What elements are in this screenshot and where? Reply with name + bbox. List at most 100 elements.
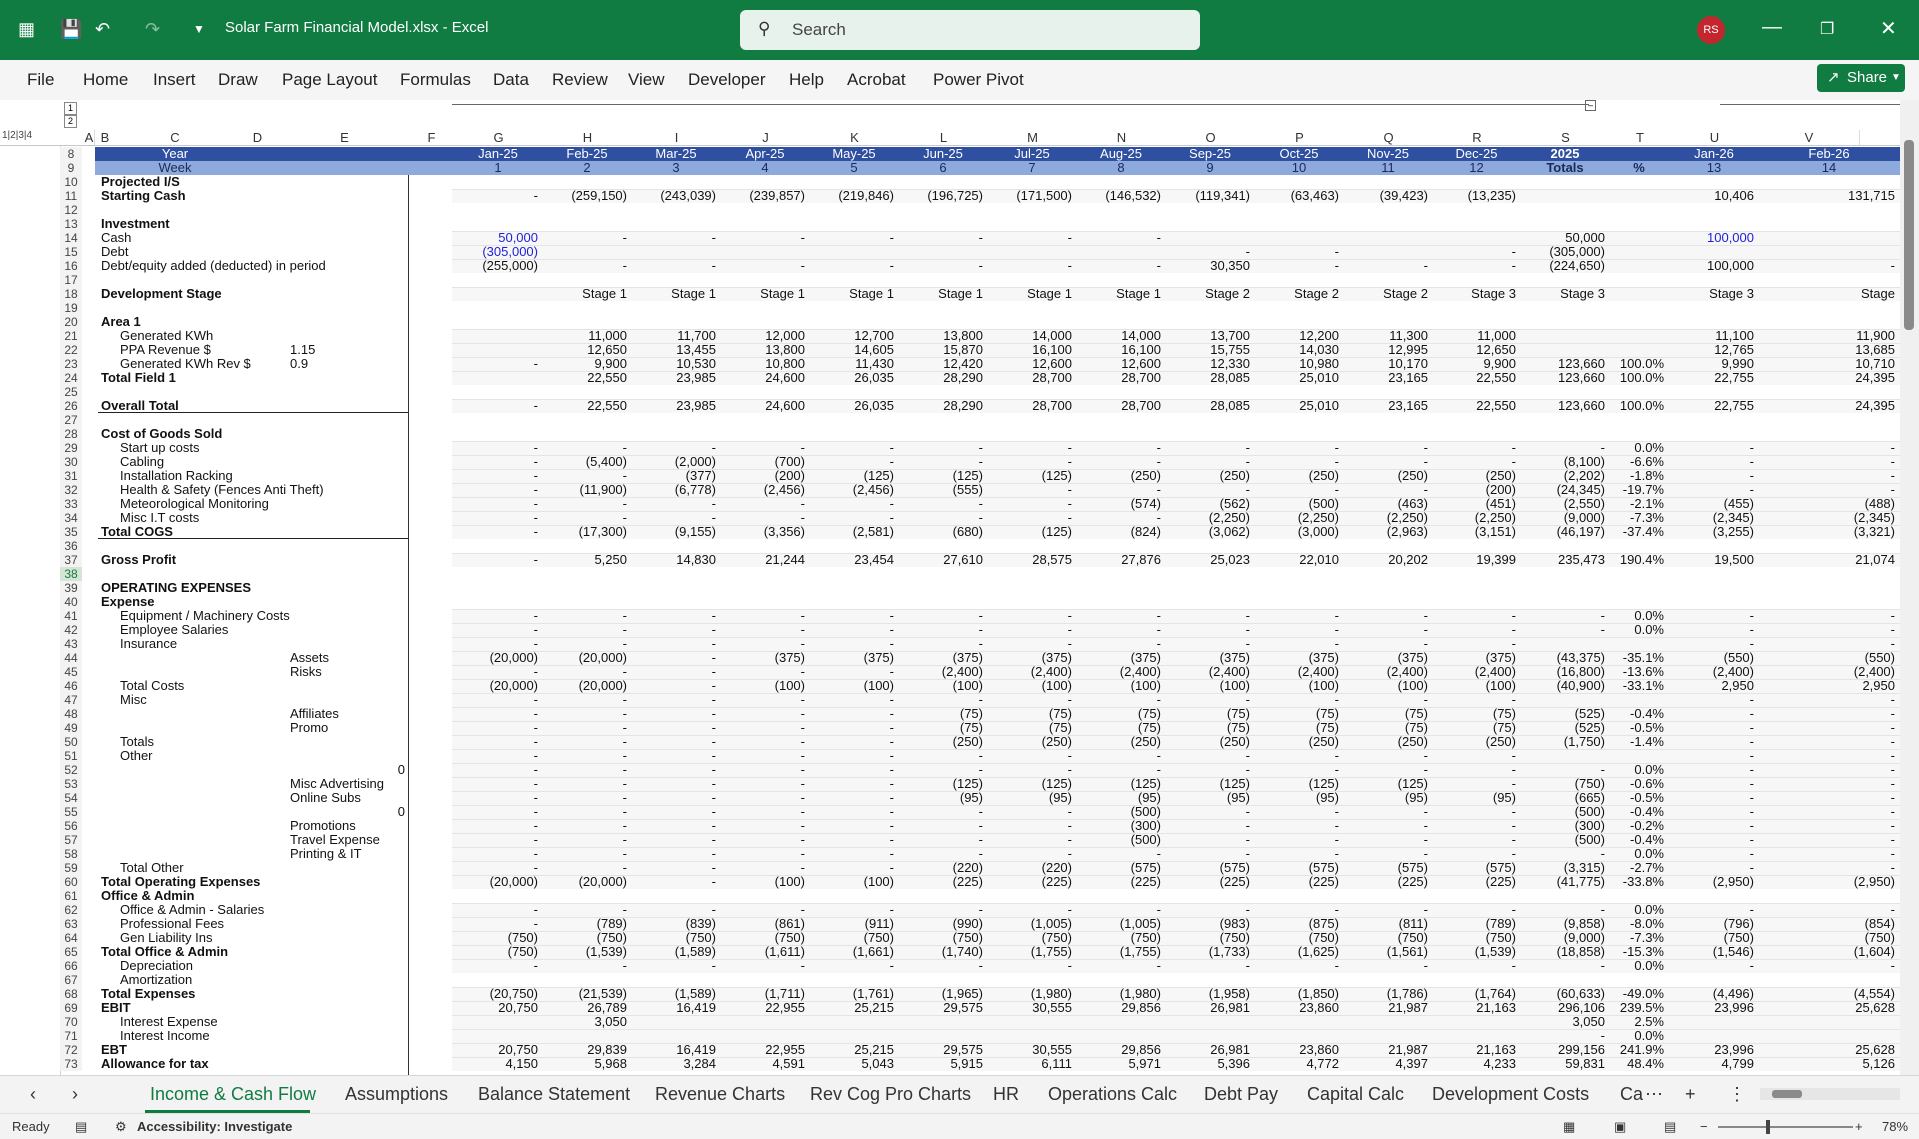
value-cell[interactable]: 0.0% [1610, 1029, 1664, 1043]
value-cell[interactable]: 9,900 [1433, 357, 1516, 371]
value-cell[interactable]: - [1077, 847, 1161, 861]
value-cell[interactable]: - [543, 763, 627, 777]
value-cell[interactable]: (861) [721, 917, 805, 931]
value-cell[interactable]: - [721, 441, 805, 455]
value-cell[interactable]: - [721, 903, 805, 917]
redo-icon[interactable]: ↷ [145, 18, 160, 40]
value-cell[interactable]: -0.4% [1610, 707, 1664, 721]
value-cell[interactable]: - [632, 497, 716, 511]
value-cell[interactable]: - [1521, 959, 1605, 973]
value-cell[interactable] [1255, 231, 1339, 245]
value-cell[interactable]: (220) [988, 861, 1072, 875]
avatar[interactable]: RS [1697, 16, 1725, 44]
value-cell[interactable]: - [1759, 791, 1895, 805]
row-number[interactable]: 50 [60, 735, 82, 749]
value-cell[interactable]: - [454, 833, 538, 847]
value-cell[interactable]: 12,000 [721, 329, 805, 343]
value-cell[interactable]: 28,700 [1077, 371, 1161, 385]
value-cell[interactable]: - [988, 511, 1072, 525]
row-number[interactable]: 34 [60, 511, 82, 525]
value-cell[interactable]: (95) [1255, 791, 1339, 805]
value-cell[interactable]: Stage [1759, 287, 1895, 301]
value-cell[interactable]: - [1255, 259, 1339, 273]
value-cell[interactable]: 100,000 [1670, 259, 1754, 273]
value-cell[interactable]: - [810, 735, 894, 749]
value-cell[interactable]: - [1255, 245, 1339, 259]
value-cell[interactable]: - [1433, 749, 1516, 763]
value-cell[interactable]: (1,755) [988, 945, 1072, 959]
value-cell[interactable]: (750) [1344, 931, 1428, 945]
value-cell[interactable]: - [454, 777, 538, 791]
row-number[interactable]: 11 [60, 189, 82, 203]
value-cell[interactable]: (680) [899, 525, 983, 539]
value-cell[interactable]: 16,100 [988, 343, 1072, 357]
value-cell[interactable]: Stage 3 [1433, 287, 1516, 301]
outline-level-2-button[interactable]: 2 [64, 115, 77, 128]
row-label[interactable]: Cabling [120, 455, 164, 469]
value-cell[interactable]: (259,150) [543, 189, 627, 203]
value-cell[interactable]: 0.0% [1610, 847, 1664, 861]
value-cell[interactable] [1610, 343, 1664, 357]
value-cell[interactable]: 21,074 [1759, 553, 1895, 567]
value-cell[interactable]: 10,530 [632, 357, 716, 371]
value-cell[interactable]: (575) [1255, 861, 1339, 875]
value-cell[interactable]: (562) [1166, 497, 1250, 511]
value-cell[interactable]: - [543, 441, 627, 455]
value-cell[interactable]: - [1433, 623, 1516, 637]
value-cell[interactable]: - [1166, 749, 1250, 763]
value-cell[interactable] [1077, 245, 1161, 259]
value-cell[interactable]: (796) [1670, 917, 1754, 931]
value-cell[interactable]: - [1255, 903, 1339, 917]
column-header-n[interactable]: N [1077, 130, 1167, 145]
misc-value[interactable]: 0 [360, 763, 405, 777]
value-cell[interactable]: (2,550) [1521, 497, 1605, 511]
row-number[interactable]: 31 [60, 469, 82, 483]
value-cell[interactable]: (75) [1166, 721, 1250, 735]
row-label[interactable]: Depreciation [120, 959, 193, 973]
value-cell[interactable]: - [1166, 623, 1250, 637]
column-header-e[interactable]: E [280, 130, 410, 145]
column-header-f[interactable]: F [409, 130, 455, 145]
value-cell[interactable]: Stage 3 [1670, 287, 1754, 301]
row-label[interactable]: Totals [120, 735, 154, 749]
vertical-scroll-thumb[interactable] [1904, 140, 1914, 330]
row-label[interactable]: Office & Admin - Salaries [120, 903, 264, 917]
value-cell[interactable]: (75) [1166, 707, 1250, 721]
value-cell[interactable]: (2,400) [1166, 665, 1250, 679]
value-cell[interactable]: (300) [1077, 819, 1161, 833]
week-number[interactable]: 4 [721, 161, 809, 175]
value-cell[interactable]: 5,126 [1759, 1057, 1895, 1071]
value-cell[interactable]: 25,010 [1255, 399, 1339, 413]
row-number[interactable]: 71 [60, 1029, 82, 1043]
value-cell[interactable]: (20,000) [543, 679, 627, 693]
value-cell[interactable]: (377) [632, 469, 716, 483]
value-cell[interactable]: (750) [632, 931, 716, 945]
row-label[interactable]: Affiliates [290, 707, 339, 721]
value-cell[interactable]: 10,406 [1670, 189, 1754, 203]
value-cell[interactable] [1521, 749, 1605, 763]
menu-help[interactable]: Help [789, 70, 824, 90]
value-cell[interactable] [1166, 1029, 1250, 1043]
value-cell[interactable]: - [1759, 721, 1895, 735]
value-cell[interactable]: Stage 1 [899, 287, 983, 301]
menu-file[interactable]: File [27, 70, 54, 90]
value-cell[interactable]: (219,846) [810, 189, 894, 203]
value-cell[interactable]: - [454, 861, 538, 875]
close-icon[interactable]: ✕ [1880, 16, 1897, 41]
value-cell[interactable]: - [810, 791, 894, 805]
value-cell[interactable]: 9,990 [1670, 357, 1754, 371]
value-cell[interactable]: - [899, 749, 983, 763]
value-cell[interactable]: - [454, 805, 538, 819]
value-cell[interactable] [1670, 1015, 1754, 1029]
value-cell[interactable]: -0.6% [1610, 777, 1664, 791]
row-number[interactable]: 45 [60, 665, 82, 679]
value-cell[interactable]: Stage 2 [1166, 287, 1250, 301]
value-cell[interactable]: - [988, 483, 1072, 497]
value-cell[interactable]: - [632, 847, 716, 861]
value-cell[interactable]: (911) [810, 917, 894, 931]
value-cell[interactable]: 0.0% [1610, 441, 1664, 455]
value-cell[interactable]: - [1670, 959, 1754, 973]
value-cell[interactable]: (575) [1344, 861, 1428, 875]
value-cell[interactable]: (1,546) [1670, 945, 1754, 959]
row-number[interactable]: 29 [60, 441, 82, 455]
